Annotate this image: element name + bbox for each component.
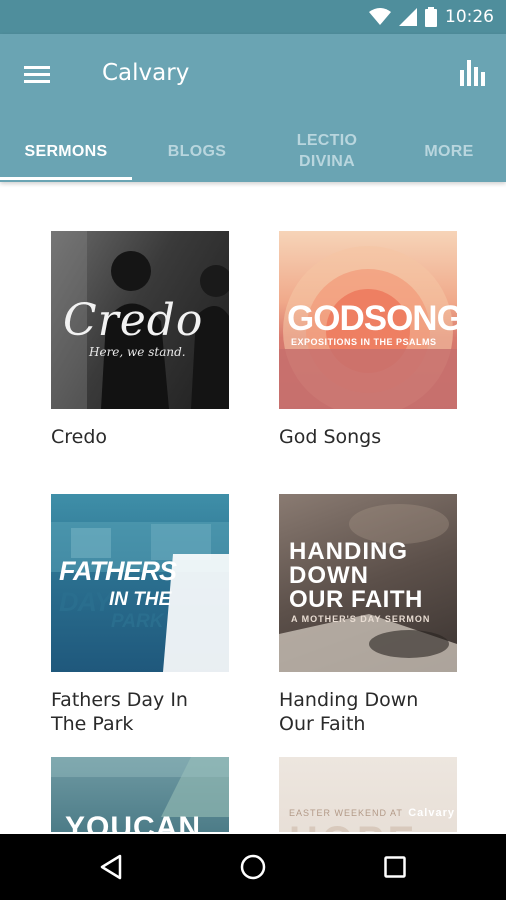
series-card-handing-down[interactable]: HANDING DOWN OUR FAITH A MOTHER'S DAY SE… xyxy=(279,494,457,736)
handing-line1: HANDING xyxy=(289,538,408,565)
hamburger-icon xyxy=(24,66,50,83)
app-title: Calvary xyxy=(102,60,190,86)
handing-subtitle: A MOTHER'S DAY SERMON xyxy=(291,614,431,624)
series-title: Credo xyxy=(51,426,108,448)
series-artwork: Credo Here, we stand. xyxy=(51,231,229,409)
handing-line2: DOWN xyxy=(289,562,369,589)
series-artwork: FATHERS DAY IN THE PARK xyxy=(51,494,229,672)
wifi-icon xyxy=(369,8,391,25)
tab-sermons[interactable]: SERMONS xyxy=(0,122,132,180)
tab-lectio-divina[interactable]: LECTIO DIVINA xyxy=(262,122,392,180)
hope-headline: HOPE xyxy=(289,819,418,832)
park-word: PARK xyxy=(111,611,164,632)
godsongs-subtitle: EXPOSITIONS IN THE PSALMS xyxy=(291,337,437,347)
series-title: God Songs xyxy=(279,426,382,448)
stats-button[interactable] xyxy=(458,58,488,88)
tab-label: LECTIO DIVINA xyxy=(296,132,358,170)
series-artwork: HANDING DOWN OUR FAITH A MOTHER'S DAY SE… xyxy=(279,494,457,672)
signal-icon xyxy=(399,8,417,26)
tab-blogs[interactable]: BLOGS xyxy=(132,122,262,180)
series-title: Fathers Day In The Park xyxy=(51,689,188,735)
series-card-fathers-day[interactable]: FATHERS DAY IN THE PARK Fathers Day In T… xyxy=(51,494,229,736)
series-title: Handing Down Our Faith xyxy=(279,689,419,735)
tab-label: BLOGS xyxy=(167,142,227,160)
handing-line3: OUR FAITH xyxy=(289,586,423,613)
status-icons: 10:26 xyxy=(369,7,494,27)
godsongs-headline: GODSONGS xyxy=(287,299,457,338)
series-artwork: YOUCAN xyxy=(51,757,229,832)
app-bar: Calvary SERMONS BLOGS LECTIO DIVINA MORE xyxy=(0,34,506,182)
system-nav-bar xyxy=(0,834,506,900)
home-button[interactable] xyxy=(223,842,283,892)
easter-kicker: EASTER WEEKEND AT xyxy=(289,808,403,818)
in-the-words: IN THE xyxy=(109,589,172,610)
credo-script: Credo xyxy=(63,295,204,346)
tab-label: MORE xyxy=(424,142,474,160)
series-card-you-can[interactable]: YOUCAN xyxy=(51,757,229,832)
back-triangle-icon xyxy=(100,854,122,880)
day-word: DAY xyxy=(59,587,112,617)
recents-button[interactable] xyxy=(365,842,425,892)
fathers-word: FATHERS xyxy=(59,556,177,586)
series-card-easter[interactable]: EASTER WEEKEND AT Calvary HOPE xyxy=(279,757,457,832)
recents-square-icon xyxy=(384,856,406,878)
back-button[interactable] xyxy=(81,842,141,892)
status-time: 10:26 xyxy=(445,7,494,27)
series-card-credo[interactable]: Credo Here, we stand. Credo xyxy=(51,231,229,449)
tab-label: SERMONS xyxy=(24,142,108,160)
you-can-headline: YOUCAN xyxy=(65,811,202,832)
tab-more[interactable]: MORE xyxy=(392,122,506,180)
series-artwork: GODSONGS EXPOSITIONS IN THE PSALMS xyxy=(279,231,457,409)
calvary-brand: Calvary xyxy=(408,807,455,819)
status-bar: 10:26 xyxy=(0,0,506,34)
credo-tagline: Here, we stand. xyxy=(89,345,186,359)
menu-button[interactable] xyxy=(22,60,56,90)
home-circle-icon xyxy=(240,854,266,880)
series-artwork: EASTER WEEKEND AT Calvary HOPE xyxy=(279,757,457,832)
tab-bar: SERMONS BLOGS LECTIO DIVINA MORE xyxy=(0,122,506,180)
series-card-god-songs[interactable]: GODSONGS EXPOSITIONS IN THE PSALMS God S… xyxy=(279,231,457,449)
battery-icon xyxy=(425,7,437,27)
sermon-series-grid: Credo Here, we stand. Credo GODSONGS EXP… xyxy=(0,182,506,832)
bar-chart-icon xyxy=(460,60,485,86)
